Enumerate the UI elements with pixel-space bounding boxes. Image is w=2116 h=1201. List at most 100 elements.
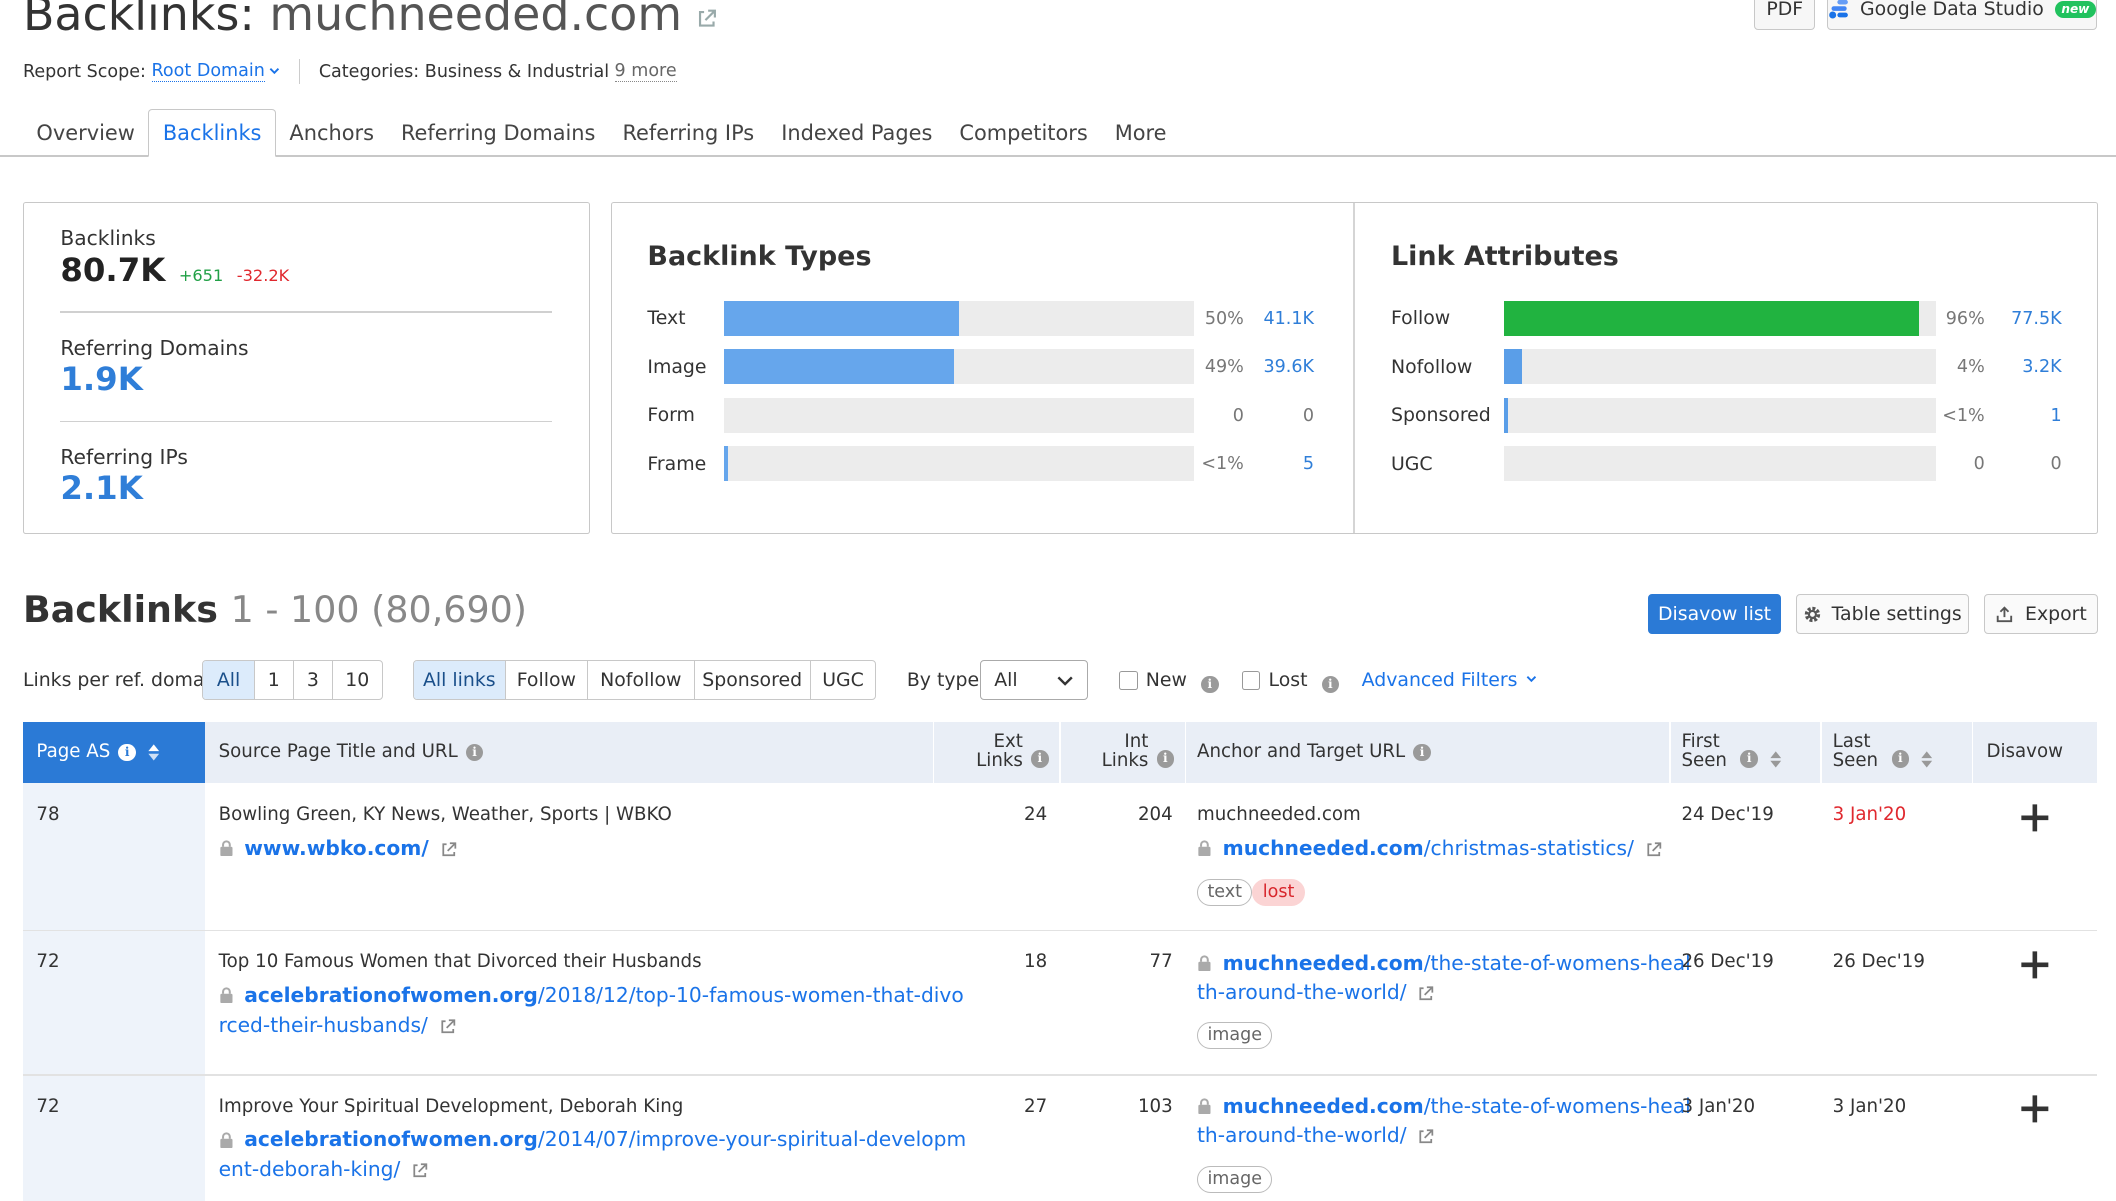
tab-anchors[interactable]: Anchors	[276, 109, 388, 156]
target-url[interactable]: muchneeded.com/the-state-of-womens-heal t…	[1197, 1092, 1691, 1151]
backlink-type-percent: 49%	[1204, 357, 1244, 378]
link-attribute-percent: 4%	[1956, 357, 1985, 378]
int-links-value: 204	[1137, 804, 1173, 826]
add-to-disavow-button[interactable]	[2020, 950, 2050, 980]
backlink-type-count[interactable]: 5	[1247, 454, 1314, 474]
add-to-disavow-button[interactable]	[2020, 803, 2050, 833]
lock-icon	[219, 1132, 233, 1148]
external-link-icon[interactable]	[439, 1018, 457, 1036]
last-seen-value: 3 Jan'20	[1832, 804, 1907, 826]
backlink-type-label: Form	[647, 404, 695, 427]
filter-all-links[interactable]: All links	[413, 660, 506, 699]
google-data-studio-button[interactable]: Google Data Studio new	[1827, 0, 2098, 30]
filter-nofollow[interactable]: Nofollow	[588, 660, 695, 699]
info-icon[interactable]: i	[118, 743, 136, 762]
filter-ugc[interactable]: UGC	[811, 661, 876, 699]
table-header: Page AS i Source Page Title and URL i Ex…	[22, 721, 2098, 783]
target-url[interactable]: muchneeded.com/christmas-statistics/	[1197, 834, 1662, 864]
new-checkbox[interactable]	[1118, 670, 1138, 690]
backlink-type-bar-track	[724, 300, 1194, 336]
external-link-icon[interactable]	[696, 8, 718, 30]
col-first-seen[interactable]: First Seen i	[1681, 722, 1816, 783]
tab-referring-domains[interactable]: Referring Domains	[387, 109, 608, 156]
per-domain-3[interactable]: 3	[294, 660, 333, 699]
add-to-disavow-button[interactable]	[2020, 1094, 2050, 1124]
link-attribute-percent: 96%	[1945, 308, 1985, 329]
info-icon[interactable]: i	[1891, 750, 1910, 768]
tab-competitors[interactable]: Competitors	[946, 109, 1101, 156]
backlink-type-count[interactable]: 41.1K	[1247, 309, 1315, 329]
tab-backlinks[interactable]: Backlinks	[148, 109, 276, 157]
chevron-down-icon	[1057, 676, 1073, 686]
backlink-type-label: Image	[647, 355, 707, 378]
report-scope-dropdown[interactable]: Root Domain	[151, 61, 265, 83]
disavow-list-button[interactable]: Disavow list	[1647, 593, 1782, 635]
info-icon[interactable]: i	[1413, 743, 1431, 762]
by-type-select[interactable]: All	[979, 659, 1088, 701]
info-icon[interactable]: i	[1156, 750, 1175, 768]
col-page-as[interactable]: Page AS i	[22, 721, 206, 783]
filter-follow[interactable]: Follow	[506, 660, 589, 699]
col-source-page: Source Page Title and URL i	[219, 722, 934, 783]
per-domain-1[interactable]: 1	[255, 660, 294, 699]
info-icon[interactable]: i	[1321, 675, 1340, 694]
tab-referring-ips[interactable]: Referring IPs	[609, 109, 768, 156]
pdf-button[interactable]: PDF	[1754, 0, 1816, 30]
info-icon[interactable]: i	[1200, 675, 1219, 694]
lost-checkbox[interactable]	[1241, 670, 1261, 690]
export-button[interactable]: Export	[1983, 593, 2099, 635]
backlink-type-percent: <1%	[1201, 454, 1244, 475]
external-link-icon[interactable]	[1645, 841, 1663, 859]
ext-links-value: 24	[1024, 804, 1048, 826]
lost-tag: lost	[1252, 878, 1305, 906]
external-link-icon[interactable]	[1417, 1128, 1435, 1146]
filter-sponsored[interactable]: Sponsored	[695, 660, 811, 699]
info-icon[interactable]: i	[1031, 750, 1049, 768]
link-attribute-count[interactable]: 1	[1994, 406, 2062, 426]
lock-icon	[1198, 1098, 1211, 1115]
backlink-type-row: Text 50% 41.1K	[647, 300, 1355, 336]
backlink-type-count[interactable]: 39.6K	[1247, 357, 1315, 377]
referring-domains-value[interactable]: 1.9K	[60, 360, 142, 398]
col-last-seen[interactable]: Last Seen i	[1833, 722, 1968, 783]
per-domain-all[interactable]: All	[203, 660, 255, 699]
tab-overview[interactable]: Overview	[23, 109, 148, 156]
sort-icon[interactable]	[147, 743, 160, 762]
backlink-type-count: 0	[1302, 405, 1315, 426]
source-url[interactable]: acelebrationofwomen.org/2014/07/improve-…	[219, 1125, 967, 1184]
link-attribute-percent: 0	[1973, 454, 1985, 475]
external-link-icon[interactable]	[440, 841, 458, 859]
table-settings-button[interactable]: Table settings	[1796, 593, 1969, 635]
info-icon[interactable]: i	[1740, 750, 1758, 768]
report-scope-label: Report Scope:	[22, 61, 146, 82]
source-url[interactable]: acelebrationofwomen.org/2018/12/top-10-f…	[219, 981, 964, 1040]
advanced-filters-dropdown[interactable]: Advanced Filters	[1362, 669, 1537, 691]
categories-more-link[interactable]: 9 more	[614, 61, 677, 83]
link-type-tag: text	[1197, 878, 1253, 906]
sort-icon[interactable]	[1769, 750, 1782, 769]
tab-indexed-pages[interactable]: Indexed Pages	[768, 109, 946, 156]
export-icon	[1997, 605, 2013, 622]
backlink-type-row: Image 49% 39.6K	[647, 349, 1355, 385]
backlink-type-row: Form 0 0	[647, 397, 1355, 433]
target-url[interactable]: muchneeded.com/the-state-of-womens-heal t…	[1197, 949, 1691, 1008]
info-icon[interactable]: i	[465, 743, 484, 762]
link-attribute-count[interactable]: 3.2K	[1994, 357, 2061, 377]
link-attribute-label: Follow	[1390, 307, 1451, 330]
external-link-icon[interactable]	[1417, 985, 1435, 1003]
link-attribute-count[interactable]: 77.5K	[1994, 309, 2062, 329]
tab-more[interactable]: More	[1101, 109, 1180, 156]
int-links-value: 103	[1137, 1095, 1173, 1117]
per-domain-10[interactable]: 10	[333, 661, 382, 699]
backlink-type-bar-fill	[724, 446, 729, 482]
external-link-icon[interactable]	[411, 1162, 429, 1180]
link-attribute-row: UGC 0 0	[1391, 446, 2098, 482]
source-url[interactable]: www.wbko.com/	[219, 834, 457, 864]
sort-icon[interactable]	[1920, 750, 1933, 769]
backlink-type-bar-track	[724, 446, 1194, 482]
lock-icon	[219, 987, 233, 1004]
referring-ips-value[interactable]: 2.1K	[60, 469, 142, 507]
lost-filter: Lost i	[1269, 669, 1340, 694]
link-attribute-bar-fill	[1504, 300, 1919, 336]
chevron-down-icon	[1526, 676, 1536, 683]
